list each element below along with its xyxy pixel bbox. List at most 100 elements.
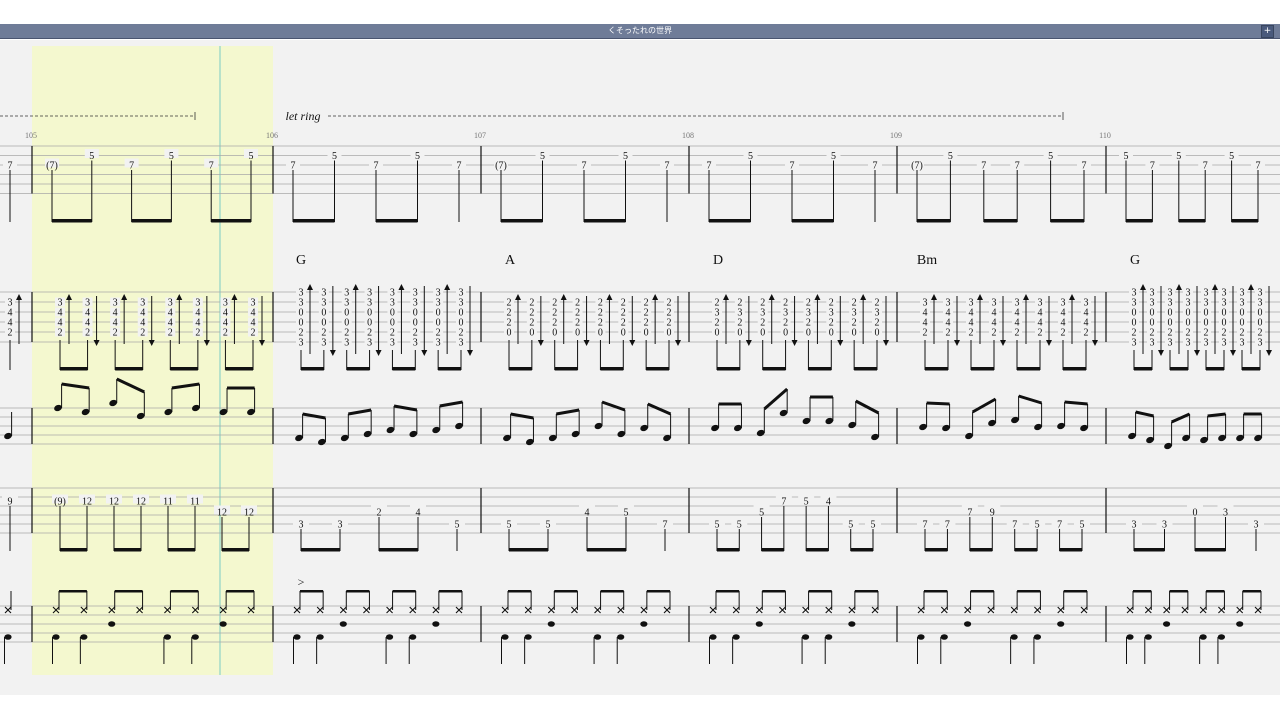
beam: [300, 590, 324, 593]
hihat-note: [1010, 606, 1018, 614]
beam: [226, 590, 254, 593]
strum-up-icon: [977, 294, 983, 300]
chord-name: Bm: [917, 253, 937, 268]
hihat-note: [709, 606, 717, 614]
bass-fret-number: 5: [871, 520, 876, 531]
score-canvas[interactable]: let ring105 106 107 108 109 110G A D Bm G7 (7)5757…: [0, 40, 1280, 695]
strum-fret-number: 0: [875, 328, 880, 339]
beam: [854, 590, 878, 593]
snare-note: [339, 621, 347, 627]
snare-note: [963, 621, 972, 627]
bass-fret-number: 7: [781, 497, 786, 508]
beam: [926, 401, 950, 406]
hihat-note: [1080, 606, 1088, 614]
strum-up-icon: [606, 294, 613, 300]
strum-down-icon: [1000, 340, 1006, 346]
kick-note: [501, 634, 509, 640]
kick-note: [52, 634, 60, 640]
bass-fret-number: 3: [1254, 520, 1259, 531]
strum-fret-number: 2: [1084, 328, 1089, 339]
beam: [60, 548, 87, 552]
strum-fret-number: 0: [575, 328, 580, 339]
hihat-note: [964, 606, 971, 614]
bass-fret-number: 5: [1080, 520, 1085, 531]
kick-note: [801, 634, 810, 640]
lead-fret-number: (7): [46, 161, 58, 172]
bass-fret-number: 3: [1162, 520, 1167, 531]
kick-note: [316, 634, 324, 640]
beam: [52, 219, 92, 223]
bass-fret-number: 7: [1012, 520, 1017, 531]
strum-fret-number: 2: [251, 328, 256, 339]
lead-fret-number: 5: [1048, 151, 1053, 162]
kick-note: [1033, 634, 1042, 640]
beam: [168, 548, 195, 552]
hihat-note: [571, 606, 578, 614]
strum-fret-number: 0: [598, 328, 603, 339]
hihat-note: [409, 606, 417, 614]
hihat-note: [432, 606, 440, 614]
beam: [376, 219, 418, 223]
lead-fret-number: 5: [1229, 151, 1234, 162]
strum-fret-number: 0: [783, 328, 788, 339]
bass-fret-number: 3: [299, 520, 304, 531]
beam: [393, 404, 418, 412]
hihat-note: [1236, 606, 1244, 614]
strum-up-icon: [860, 294, 867, 300]
hihat-note: [1254, 606, 1262, 614]
bass-fret-number: 5: [759, 508, 764, 519]
strum-fret-number: 0: [667, 328, 672, 339]
score-view[interactable]: let ring 105 106 107 108 109 110 G A D Bm G 7 (7) 5 7 5 7…: [0, 40, 1280, 695]
strum-fret-number: 3: [321, 338, 326, 349]
strum-fret-number: 3: [1150, 338, 1155, 349]
beam: [301, 367, 324, 371]
hihat-note: [940, 606, 948, 614]
lead-fret-number: (7): [911, 161, 923, 172]
beam: [1134, 548, 1165, 552]
hihat-note: [547, 606, 555, 614]
beam: [584, 219, 626, 223]
lead-fret-number: 5: [169, 151, 174, 162]
beam: [854, 367, 877, 371]
lead-fret-number: 7: [665, 161, 670, 172]
kick-note: [825, 634, 833, 640]
lead-fret-number: 7: [1203, 161, 1208, 172]
strum-down-icon: [629, 340, 636, 346]
hihat-note: [339, 606, 347, 614]
beam: [301, 548, 340, 552]
hihat-note: [755, 606, 763, 614]
hihat-note: [1126, 606, 1134, 614]
strum-up-icon: [16, 294, 22, 300]
hihat-note: [455, 606, 463, 614]
bass-fret-number: 11: [163, 497, 173, 508]
strum-up-icon: [398, 284, 405, 290]
beam: [114, 548, 141, 552]
bass-fret-number: 4: [826, 497, 831, 508]
kick-note: [1126, 634, 1134, 640]
bass-fret-number: 3: [1132, 520, 1137, 531]
beam: [647, 402, 672, 416]
beam: [1134, 367, 1152, 371]
beam: [438, 590, 462, 593]
hihat-note: [1034, 606, 1041, 614]
beam: [924, 590, 948, 593]
strum-up-icon: [1248, 284, 1254, 290]
beam: [509, 548, 548, 552]
beam: [1170, 412, 1191, 424]
strum-fret-number: 0: [760, 328, 765, 339]
strum-fret-number: 3: [1222, 338, 1227, 349]
hihat-note: [386, 606, 393, 614]
strum-fret-number: 3: [1240, 338, 1245, 349]
beam: [1014, 548, 1038, 552]
expand-button[interactable]: +: [1261, 25, 1274, 38]
bass-fret-number: 5: [455, 520, 460, 531]
lead-fret-number: 5: [249, 151, 254, 162]
document-titlebar: くそったれの世界 +: [0, 24, 1280, 39]
bass-fret-number: 7: [663, 520, 668, 531]
bass-fret-number: 12: [136, 497, 146, 508]
beam: [1133, 590, 1152, 593]
beam: [792, 219, 834, 223]
kick-note: [940, 634, 948, 640]
strum-fret-number: 2: [8, 328, 13, 339]
beam: [983, 219, 1018, 223]
